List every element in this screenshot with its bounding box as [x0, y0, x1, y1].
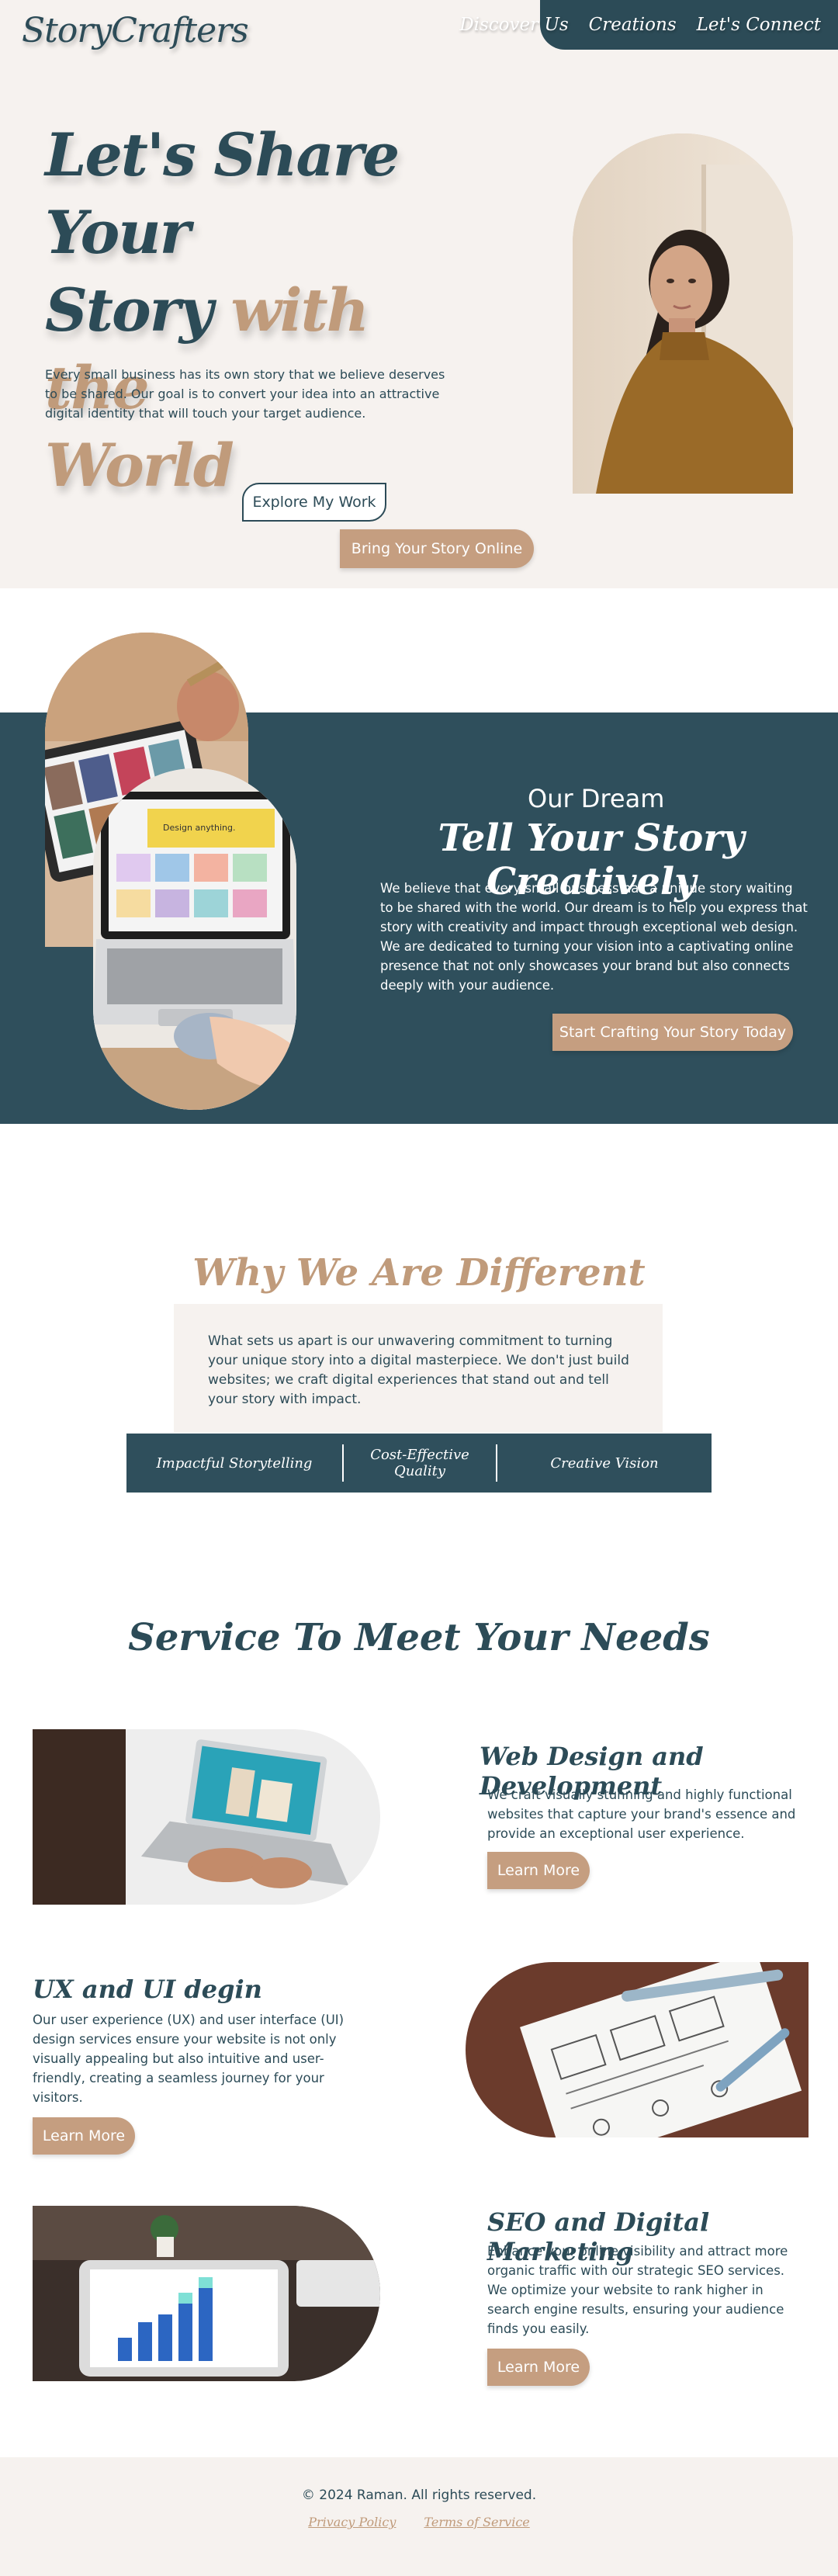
- features-bar: Impactful Storytelling Cost-Effective Qu…: [126, 1434, 712, 1493]
- privacy-policy-link[interactable]: Privacy Policy: [308, 2515, 396, 2529]
- hero-title-line2a: Story: [45, 276, 231, 345]
- learn-more-seo-button[interactable]: Learn More: [487, 2349, 590, 2386]
- service-text-web-design: We craft visually stunning and highly fu…: [487, 1787, 796, 1841]
- learn-more-web-design-button[interactable]: Learn More: [487, 1852, 590, 1889]
- services-title: Service To Meet Your Needs: [128, 1616, 710, 1659]
- copyright-text: © 2024 Raman. All rights reserved.: [301, 2488, 537, 2503]
- dream-description: We believe that every small business has…: [380, 881, 808, 993]
- learn-more-ux-ui-button[interactable]: Learn More: [33, 2117, 135, 2155]
- why-different-text: What sets us apart is our unwavering com…: [208, 1333, 629, 1407]
- start-crafting-button[interactable]: Start Crafting Your Story Today: [552, 1014, 793, 1051]
- service-text-ux-ui: Our user experience (UX) and user interf…: [33, 2013, 345, 2105]
- hero-description: Every small business has its own story t…: [45, 367, 445, 421]
- nav-lets-connect[interactable]: Let's Connect: [697, 15, 821, 35]
- explore-my-work-button[interactable]: Explore My Work: [242, 483, 386, 522]
- terms-of-service-link[interactable]: Terms of Service: [424, 2515, 529, 2529]
- site-logo[interactable]: StoryCrafters: [22, 11, 249, 50]
- web-design-photo: [33, 1729, 380, 1905]
- svg-text:Design anything.: Design anything.: [163, 823, 236, 833]
- footer-links: Privacy Policy Terms of Service: [0, 2515, 838, 2529]
- hero-title-line3: World: [45, 431, 234, 500]
- feature-creative-vision: Creative Vision: [550, 1454, 659, 1472]
- main-nav: Discover Us Creations Let's Connect: [459, 0, 838, 50]
- service-text-seo: Enhance your online visibility and attra…: [487, 2244, 788, 2336]
- feature-impactful-storytelling: Impactful Storytelling: [156, 1454, 313, 1472]
- nav-discover-us[interactable]: Discover Us: [459, 15, 568, 35]
- dream-subtitle: Our Dream: [528, 784, 665, 813]
- bring-story-online-button[interactable]: Bring Your Story Online: [340, 529, 534, 568]
- why-different-title: Why We Are Different: [192, 1251, 646, 1295]
- seo-analytics-photo: [33, 2206, 380, 2381]
- hero-title: Let's Share Your Story with the World: [45, 116, 480, 504]
- hero-title-line1: Let's Share Your: [45, 120, 400, 267]
- nav-creations[interactable]: Creations: [589, 15, 677, 35]
- laptop-design-photo: Design anything.: [93, 768, 296, 1110]
- hero-portrait-photo: [573, 133, 793, 494]
- wireframe-sketch-photo: [466, 1962, 809, 2137]
- service-title-ux-ui: UX and UI degin: [33, 1974, 262, 2004]
- feature-cost-effective: Cost-Effective Quality: [370, 1447, 469, 1479]
